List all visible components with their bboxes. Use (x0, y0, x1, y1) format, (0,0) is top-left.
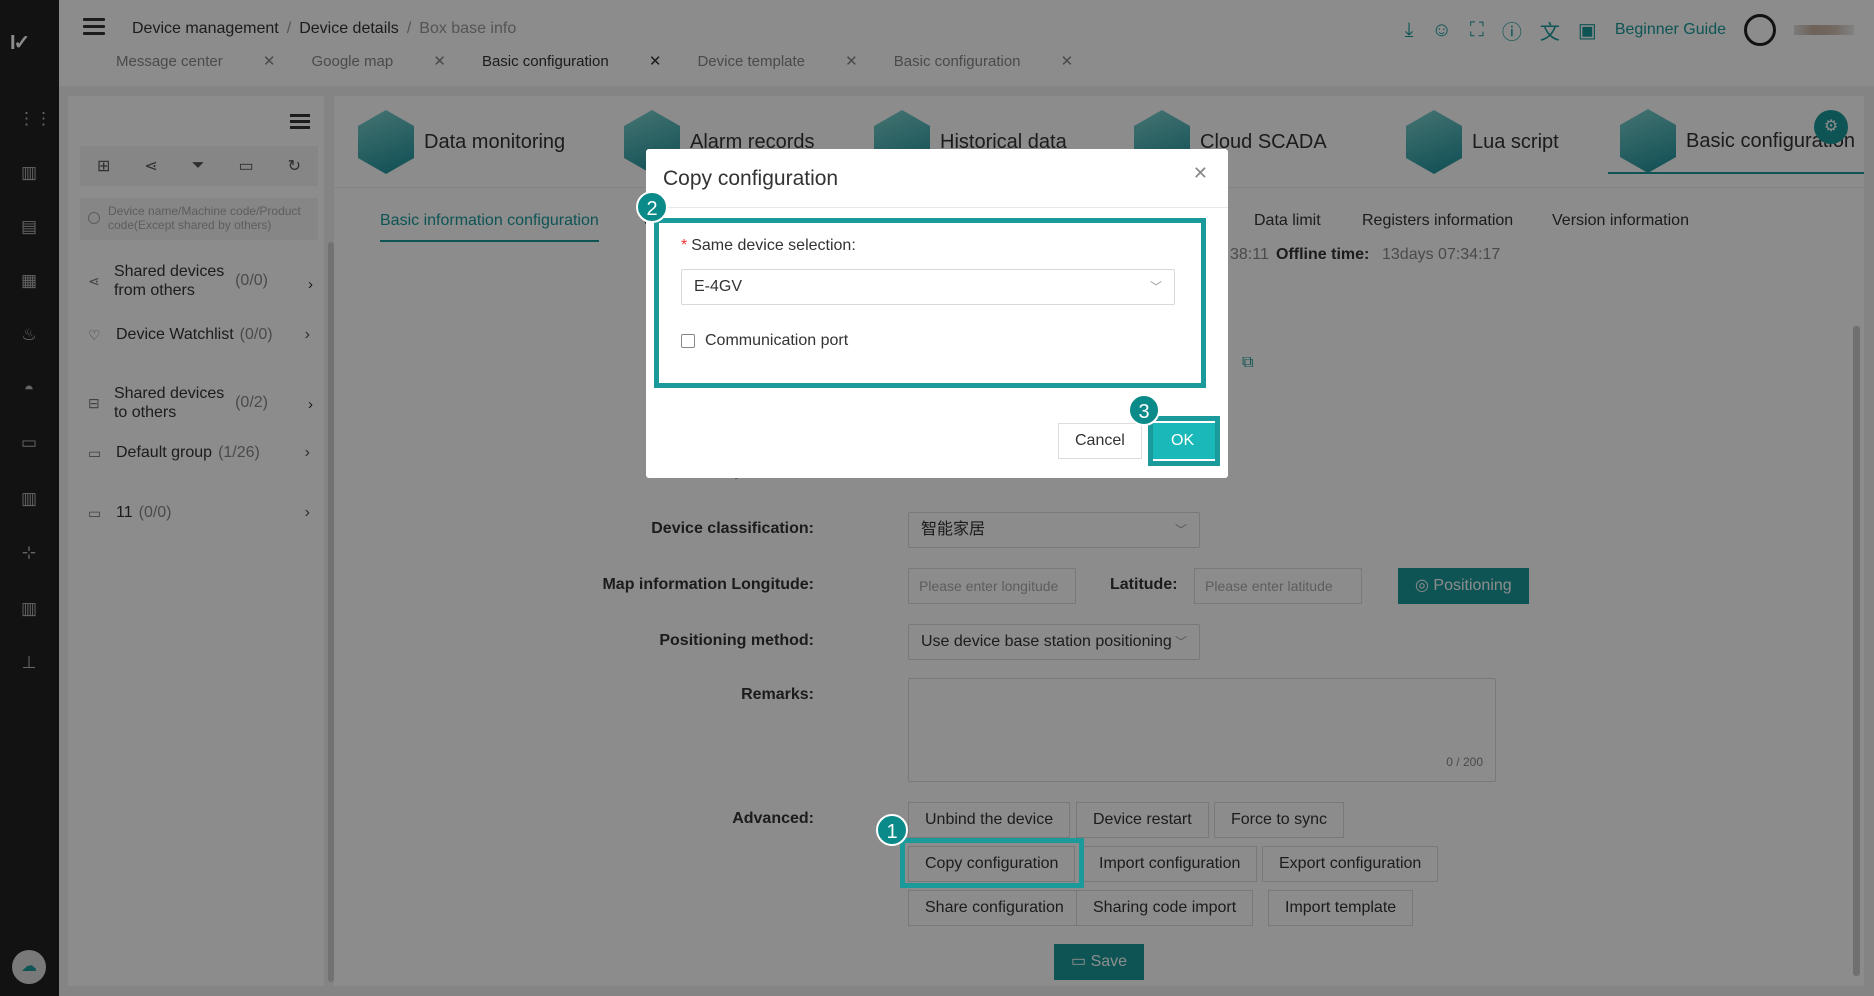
cancel-button[interactable]: Cancel (1058, 423, 1142, 459)
highlight-device-selection (654, 218, 1206, 388)
highlight-ok (1148, 416, 1220, 466)
close-icon[interactable]: ✕ (1193, 163, 1208, 184)
highlight-copy-configuration (900, 838, 1084, 888)
step-badge-2: 2 (636, 191, 668, 223)
dialog-divider (646, 207, 1228, 208)
step-badge-1: 1 (876, 814, 908, 846)
dialog-title: Copy configuration (663, 167, 839, 190)
step-badge-3: 3 (1128, 394, 1160, 426)
